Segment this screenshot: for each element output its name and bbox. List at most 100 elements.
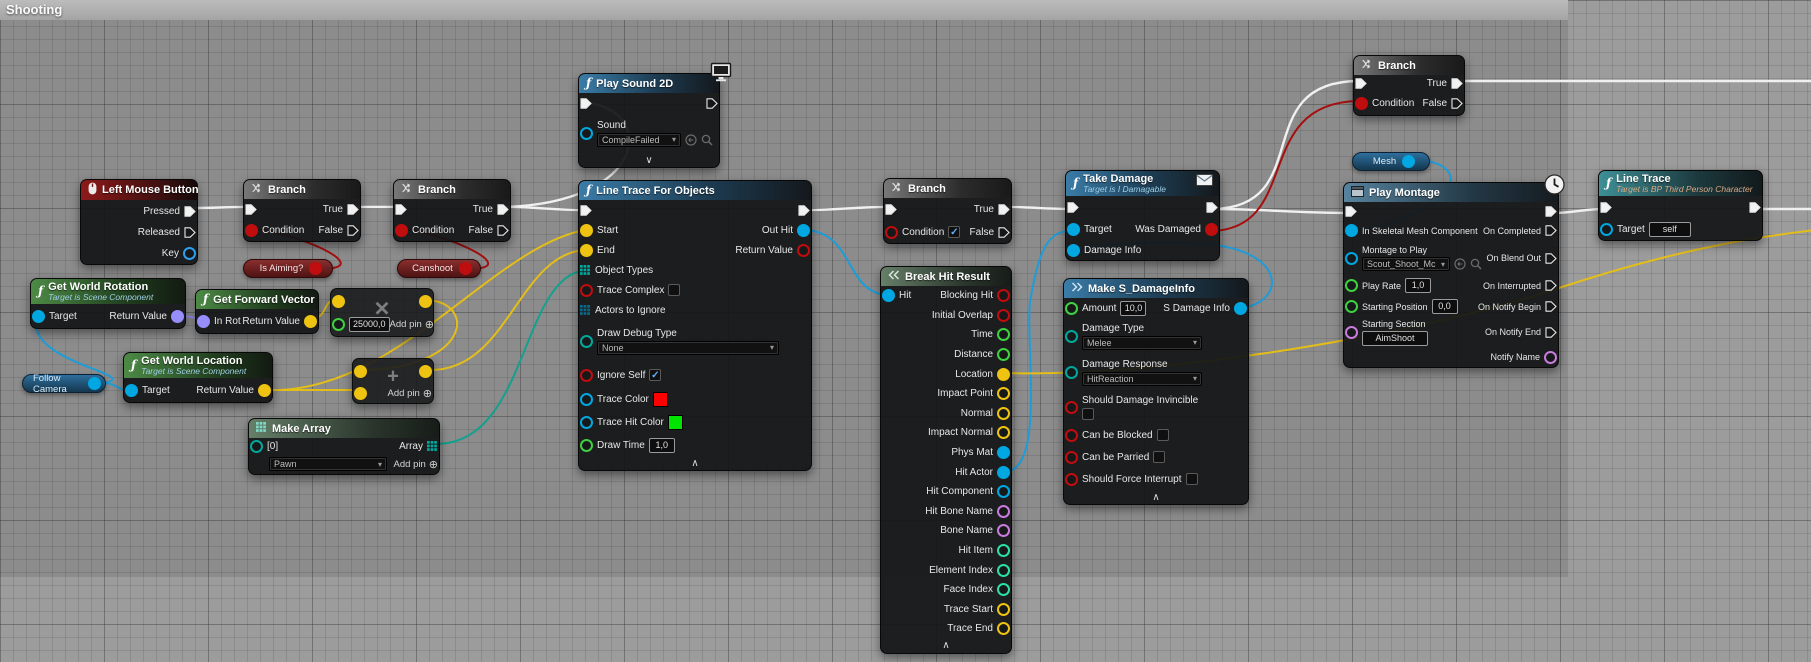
branch-4[interactable]: BranchTrueConditionFalse [1353,55,1465,116]
play-rate-pin[interactable] [1345,279,1358,292]
collapse-down-icon[interactable]: ∨ [579,153,719,167]
pill-is-aiming[interactable]: Is Aiming? [243,259,333,278]
exec-pin-group[interactable] [1206,202,1218,213]
can-be-blocked-pin[interactable] [1065,429,1078,442]
damage-response-pin[interactable] [1065,366,1078,379]
hit-pin[interactable] [882,289,895,302]
browse-icon[interactable] [685,134,697,146]
hit-bone-name-pin-group[interactable]: Hit Bone Name [925,505,1010,518]
ignore-self-pin[interactable] [580,369,593,382]
target-pin[interactable] [1600,223,1613,236]
add[interactable]: +Add pin⊕ [352,358,434,404]
blocking-hit-pin-group[interactable]: Blocking Hit [940,289,1010,302]
actors-to-ignore-pin-group[interactable]: Actors to Ignore [580,305,666,316]
on-notify-end-pin-group[interactable]: On Notify End [1485,327,1557,338]
search-icon[interactable] [701,134,713,146]
starting-position-pin[interactable] [1345,300,1358,313]
trace-start-pin-group[interactable]: Trace Start [944,603,1010,616]
on-notify-begin-pin[interactable] [1545,301,1557,312]
time-pin-group[interactable]: Time [971,328,1010,341]
exec-pin-group[interactable]: 25000,0 [332,317,390,332]
sound-pin-group[interactable]: SoundCompileFailed▾ [580,120,713,147]
initial-overlap-pin[interactable] [997,309,1010,322]
true-pin[interactable] [1451,78,1463,89]
phys-mat-pin-group[interactable]: Phys Mat [951,446,1010,459]
on-notify-end-pin[interactable] [1545,327,1557,338]
exec-pin[interactable] [885,204,897,215]
exec-pin-group[interactable] [332,295,345,308]
target-pin-group[interactable]: Targetself [1600,222,1691,237]
make-array[interactable]: Make Array[0]ArrayPawn▾Add pin⊕ [248,418,440,475]
return-value-pin-group[interactable]: Return Value [196,384,271,397]
target-pin-group[interactable]: Target [1067,223,1112,236]
melee-dropdown[interactable]: Melee▾ [1082,336,1202,350]
face-index-pin-group[interactable]: Face Index [944,583,1010,596]
amount-pin-group[interactable]: Amount10,0 [1065,301,1146,316]
data-pin[interactable] [332,318,345,331]
collapse-up-icon[interactable]: ∧ [1064,490,1248,504]
draw-time-pin[interactable] [580,439,593,452]
damage-info-pin[interactable] [1067,244,1080,257]
search-icon[interactable] [1470,258,1482,270]
normal-pin-group[interactable]: Normal [961,407,1010,420]
exec-pin[interactable] [1749,202,1761,213]
multiply[interactable]: ✕25000,0Add pin⊕ [330,288,434,337]
make-s-damageinfo[interactable]: Make S_DamageInfoAmount10,0S Damage Info… [1063,278,1249,505]
false-pin[interactable] [998,227,1010,238]
add-pin-button[interactable]: Add pin⊕ [390,318,434,331]
condition-pin-group[interactable]: Condition [1355,97,1414,110]
exec-pin-group[interactable] [419,295,432,308]
impact-point-pin[interactable] [997,387,1010,400]
draw-time-pin-group[interactable]: Draw Time1,0 [580,438,675,453]
trace-hit-color-pin[interactable] [580,416,593,429]
array-pin-group[interactable]: Array [399,441,438,452]
output-pin[interactable] [309,262,322,275]
start-pin[interactable] [580,224,593,237]
can-be-parried-pin-group[interactable]: Can be Parried [1065,451,1165,464]
on-interrupted-pin-group[interactable]: On Interrupted [1483,280,1557,291]
object-types-pin-group[interactable]: Object Types [580,265,653,276]
condition-pin-group[interactable]: Condition✓ [885,226,960,239]
exec-pin[interactable] [580,98,592,109]
hit-actor-pin-group[interactable]: Hit Actor [955,466,1010,479]
in-rot-pin-group[interactable]: In Rot [197,315,241,328]
on-completed-pin[interactable] [1545,225,1557,236]
pill-mesh[interactable]: Mesh [1352,152,1430,171]
exec-pin[interactable] [1067,202,1079,213]
hit-component-pin[interactable] [997,485,1010,498]
pill-follow-camera[interactable]: Follow Camera [22,374,106,393]
blocking-hit-pin[interactable] [997,289,1010,302]
exec-pin-group[interactable] [245,204,257,215]
scout-shoot-mc-dropdown[interactable]: Scout_Shoot_Mc▾ [1362,257,1450,271]
trace-end-pin[interactable] [997,622,1010,635]
true-pin-group[interactable]: True [473,204,509,215]
data-pin[interactable] [332,295,345,308]
target-pin-group[interactable]: Target [32,310,77,323]
impact-normal-pin[interactable] [997,426,1010,439]
play-sound-2d[interactable]: ƒPlay Sound 2DSoundCompileFailed▾∨ [578,73,720,168]
true-pin-group[interactable]: True [323,204,359,215]
pressed-pin[interactable] [184,206,196,217]
false-pin-group[interactable]: False [319,225,359,236]
exec-pin[interactable] [395,204,407,215]
end-pin-group[interactable]: End [580,244,615,257]
0-pin[interactable] [250,440,263,453]
location-pin-group[interactable]: Location [955,368,1010,381]
montage-to-play-pin[interactable] [1345,252,1358,265]
condition-pin[interactable] [885,226,898,239]
starting-section-pin-group[interactable]: Starting SectionAimShoot [1345,319,1428,346]
get-world-location[interactable]: ƒGet World LocationTarget is Scene Compo… [123,352,273,403]
add-pin-button[interactable]: Add pin⊕ [388,387,432,400]
value-field[interactable]: 1,0 [649,438,675,453]
damage-type-pin[interactable] [1065,330,1078,343]
data-pin[interactable] [419,365,432,378]
hit-actor-pin[interactable] [997,466,1010,479]
end-pin[interactable] [580,244,593,257]
impact-point-pin-group[interactable]: Impact Point [937,387,1010,400]
trace-start-pin[interactable] [997,603,1010,616]
element-index-pin[interactable] [997,564,1010,577]
exec-pin-group[interactable]: Add pin⊕ [388,387,432,400]
exec-pin-group[interactable] [354,387,367,400]
play-montage[interactable]: Play MontageIn Skeletal Mesh ComponentOn… [1343,182,1559,368]
exec-pin-group[interactable] [580,205,592,216]
